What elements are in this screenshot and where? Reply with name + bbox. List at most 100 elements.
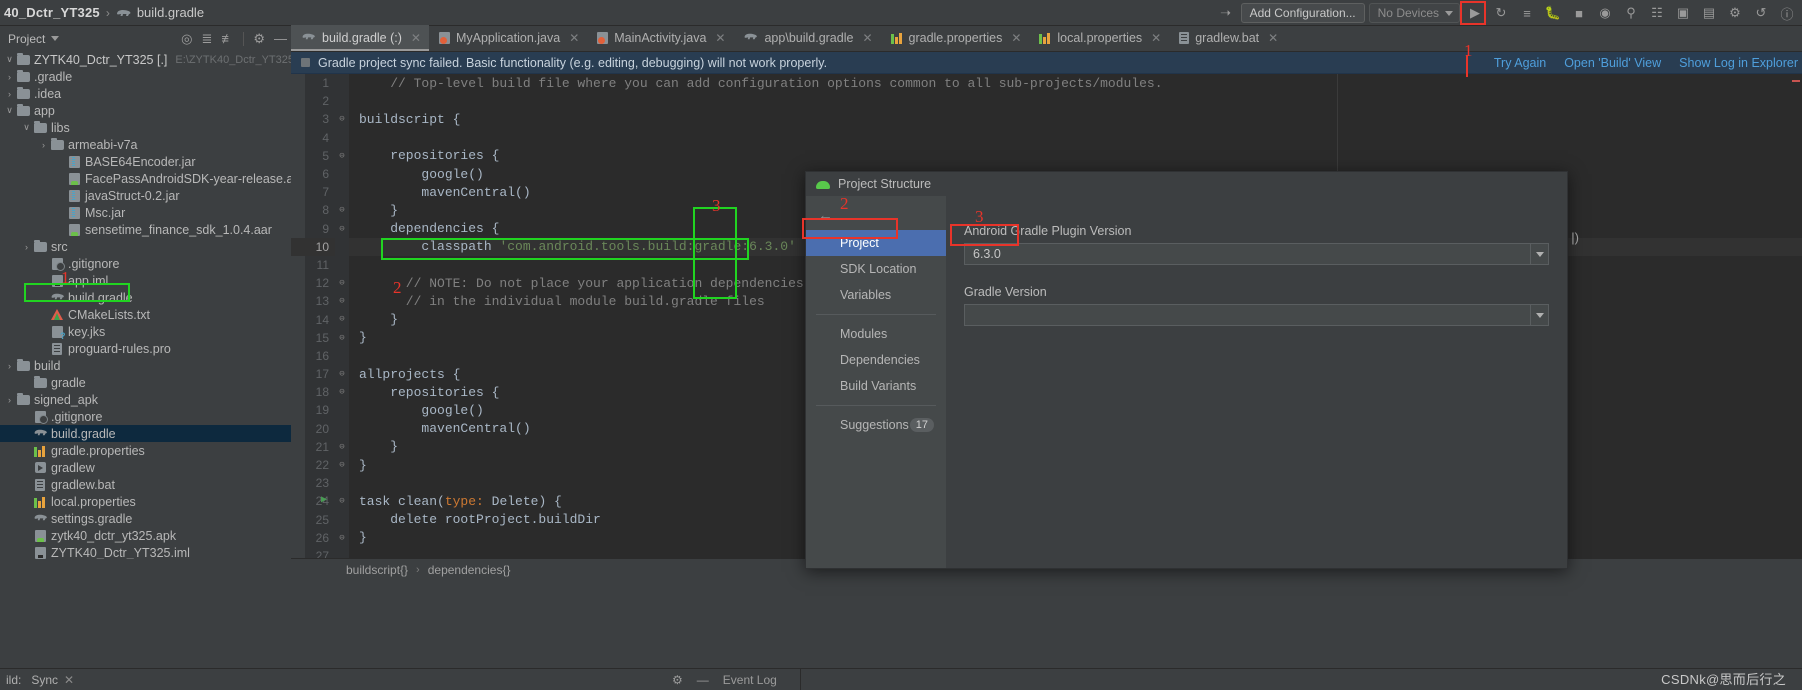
show-log-in-explorer-link[interactable]: Show Log in Explorer	[1679, 56, 1798, 70]
dialog-sidebar[interactable]: ← Project SDK Location Variables Modules Dep…	[806, 196, 946, 568]
tree-row-key-jks[interactable]: key.jks	[0, 323, 291, 341]
tree-row--gitignore[interactable]: .gitignore	[0, 255, 291, 272]
close-icon[interactable]: ✕	[1011, 31, 1021, 45]
project-tree[interactable]: ∨ ZYTK40_Dctr_YT325 [.] E:\ZYTK40_Dctr_Y…	[0, 51, 291, 559]
code-line[interactable]: 4	[291, 128, 1802, 147]
fold-marker[interactable]: ⊖	[335, 437, 349, 456]
fold-marker[interactable]: ⊖	[335, 365, 349, 384]
fold-marker[interactable]: ⊖	[335, 492, 349, 511]
sdk-manager-icon[interactable]: ☷	[1646, 2, 1668, 24]
fold-marker[interactable]: ⊖	[335, 310, 349, 329]
chevron-icon[interactable]: ∨	[4, 105, 15, 116]
chevron-icon[interactable]: ›	[4, 395, 15, 405]
add-configuration-button[interactable]: Add Configuration...	[1240, 3, 1365, 23]
chevron-down-icon[interactable]	[51, 36, 60, 41]
chevron-icon[interactable]: ›	[21, 242, 32, 252]
chevron-icon[interactable]: ›	[38, 140, 49, 150]
project-structure-icon[interactable]: ▤	[1698, 2, 1720, 24]
vcs-update-icon[interactable]: ↺	[1750, 2, 1772, 24]
editor-tabbar[interactable]: build.gradle (:) ✕ MyApplication.java ✕ Main…	[291, 25, 1802, 52]
dialog-nav-item-variables[interactable]: Variables	[806, 282, 946, 308]
editor-tab-myapplication-java[interactable]: MyApplication.java ✕	[429, 25, 587, 51]
close-icon[interactable]: ✕	[64, 673, 74, 687]
tree-row-build-gradle[interactable]: build.gradle	[0, 425, 291, 442]
try-again-link[interactable]: Try Again	[1494, 56, 1546, 70]
tree-row-msc-jar[interactable]: Msc.jar	[0, 204, 291, 221]
breadcrumb-file[interactable]: build.gradle	[137, 5, 204, 20]
open-build-view-link[interactable]: Open 'Build' View	[1564, 56, 1661, 70]
sync-tab[interactable]: Sync ✕	[21, 673, 74, 687]
help-icon[interactable]: ⓘ	[1776, 2, 1798, 24]
close-icon[interactable]: ✕	[715, 31, 725, 45]
gradle-version-combo[interactable]	[964, 304, 1549, 326]
tree-row-facepassandroidsdk-year-release-aar[interactable]: FacePassAndroidSDK-year-release.aar	[0, 170, 291, 187]
close-icon[interactable]: ✕	[862, 31, 872, 45]
fold-marker[interactable]	[335, 255, 349, 275]
close-icon[interactable]: ✕	[569, 31, 579, 45]
dialog-nav-item-sdk-location[interactable]: SDK Location	[806, 256, 946, 282]
tree-row-gradlew[interactable]: gradlew	[0, 459, 291, 476]
avd-manager-icon[interactable]: ▣	[1672, 2, 1694, 24]
code-line[interactable]: 3 ⊖ buildscript {	[291, 110, 1802, 129]
fold-marker[interactable]: ⊖	[335, 146, 349, 165]
fold-marker[interactable]	[335, 474, 349, 493]
fold-marker[interactable]	[335, 128, 349, 147]
fold-marker[interactable]: ⊖	[335, 328, 349, 347]
fold-marker[interactable]: ⊖	[335, 201, 349, 220]
code-line[interactable]: 5 ⊖ repositories {	[291, 146, 1802, 165]
dialog-nav-item-build-variants[interactable]: Build Variants	[806, 373, 946, 399]
tree-row-cmakelists-txt[interactable]: CMakeLists.txt	[0, 306, 291, 323]
dialog-nav-item-suggestions[interactable]: Suggestions 17	[806, 412, 946, 438]
chevron-down-icon[interactable]: ∨	[4, 54, 15, 65]
tree-row-settings-gradle[interactable]: settings.gradle	[0, 510, 291, 527]
editor-tab-gradlew-bat[interactable]: gradlew.bat ✕	[1169, 25, 1286, 51]
dialog-nav-item-modules[interactable]: Modules	[806, 321, 946, 347]
tree-row-proguard-rules-pro[interactable]: proguard-rules.pro	[0, 340, 291, 357]
editor-tab-mainactivity-java[interactable]: MainActivity.java ✕	[587, 25, 733, 51]
fold-marker[interactable]: ⊖	[335, 219, 349, 238]
build-tool-window-label[interactable]: ild:	[0, 673, 21, 687]
editor-tab-local-properties[interactable]: local.properties ✕	[1029, 25, 1169, 51]
run-gutter-icon[interactable]: ▶	[321, 494, 327, 506]
expand-all-icon[interactable]: ≣	[201, 31, 212, 47]
error-stripe[interactable]	[1790, 74, 1802, 558]
chevron-icon[interactable]: ›	[4, 72, 15, 82]
fold-marker[interactable]	[335, 92, 349, 111]
tree-row-gradlew-bat[interactable]: gradlew.bat	[0, 476, 291, 493]
gear-icon[interactable]: ⚙	[672, 673, 683, 687]
editor-tab-gradle-properties[interactable]: gradle.properties ✕	[881, 25, 1030, 51]
fold-marker[interactable]: ⊖	[335, 274, 349, 293]
fold-marker[interactable]: ⊖	[335, 292, 349, 311]
fold-marker[interactable]: ⊖	[335, 528, 349, 547]
chevron-icon[interactable]: ∨	[21, 122, 32, 133]
cursor-arrow-icon[interactable]: ➝	[1215, 2, 1237, 24]
tree-row-build[interactable]: › build	[0, 357, 291, 374]
tree-row--gitignore[interactable]: .gitignore	[0, 408, 291, 425]
tree-row-libs[interactable]: ∨ libs	[0, 119, 291, 136]
fold-marker[interactable]	[335, 419, 349, 438]
agp-version-dropdown-button[interactable]	[1530, 244, 1548, 264]
tree-row-sensetime-finance-sdk-1-0-4-aar[interactable]: sensetime_finance_sdk_1.0.4.aar	[0, 221, 291, 238]
gear-icon[interactable]: ⚙	[253, 31, 265, 47]
agp-version-combo[interactable]: 6.3.0	[964, 243, 1549, 265]
chevron-icon[interactable]: ›	[4, 361, 15, 371]
collapse-all-icon[interactable]: ≢	[221, 31, 234, 46]
project-panel-title[interactable]: Project	[8, 32, 45, 46]
editor-breadcrumb-item-1[interactable]: dependencies{}	[428, 563, 511, 577]
stop-icon[interactable]: ■	[1568, 2, 1590, 24]
logcat-icon[interactable]: ≡	[1516, 2, 1538, 24]
fold-marker[interactable]	[335, 346, 349, 365]
tree-row-base64encoder-jar[interactable]: BASE64Encoder.jar	[0, 153, 291, 170]
tree-row-armeabi-v7a[interactable]: › armeabi-v7a	[0, 136, 291, 153]
profiler-icon[interactable]: 🐛	[1542, 2, 1564, 24]
back-arrow-icon[interactable]: ←	[806, 200, 946, 230]
dialog-nav-item-project[interactable]: Project	[806, 230, 946, 256]
fold-marker[interactable]	[335, 74, 349, 93]
run-icon[interactable]: ▶	[1464, 2, 1486, 24]
chevron-icon[interactable]: ›	[4, 89, 15, 99]
gradle-version-dropdown-button[interactable]	[1530, 305, 1548, 325]
breadcrumb-project[interactable]: 40_Dctr_YT325	[4, 5, 100, 20]
fold-marker[interactable]: ⊖	[335, 455, 349, 475]
editor-tab-app-build-gradle[interactable]: app\build.gradle ✕	[733, 25, 880, 51]
tree-row-gradle-properties[interactable]: gradle.properties	[0, 442, 291, 459]
